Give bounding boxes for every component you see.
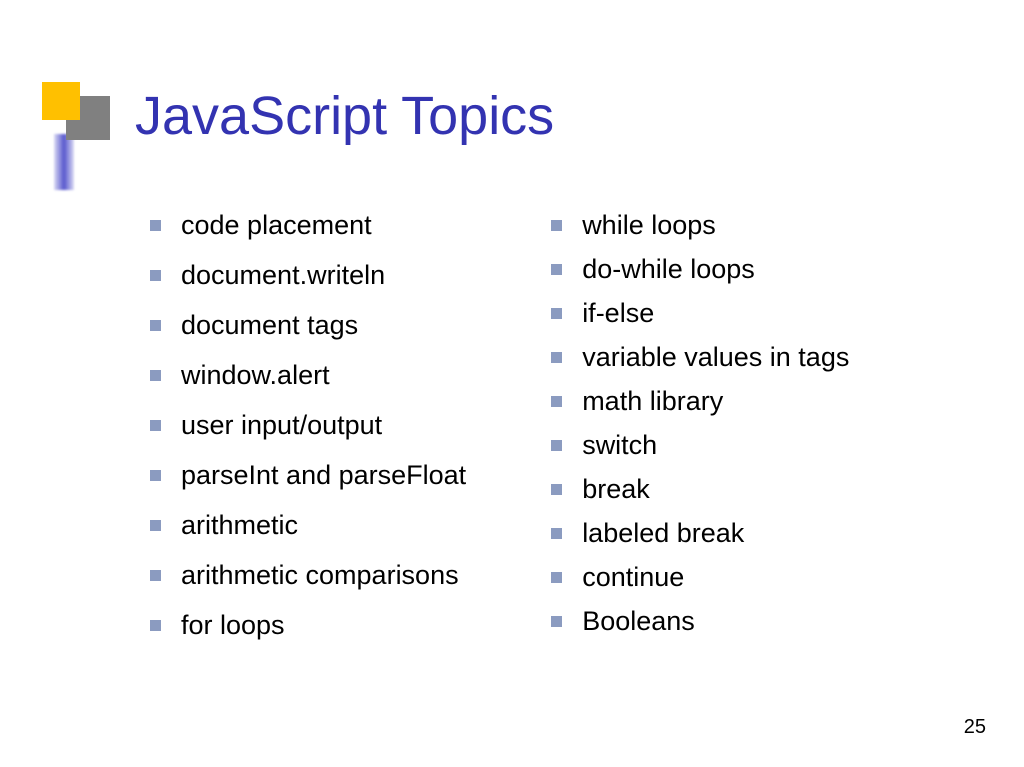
list-item: switch [551, 430, 849, 461]
bullet-icon [551, 352, 562, 363]
bullet-icon [150, 320, 161, 331]
decoration-blue-bar [54, 134, 74, 190]
list-item: code placement [150, 210, 466, 241]
decoration-yellow-square [42, 82, 80, 120]
bullet-icon [150, 370, 161, 381]
list-item: window.alert [150, 360, 466, 391]
bullet-icon [551, 396, 562, 407]
list-item-text: labeled break [582, 518, 744, 549]
bullet-icon [150, 270, 161, 281]
bullet-icon [551, 616, 562, 627]
list-item-text: do-while loops [582, 254, 755, 285]
list-item: parseInt and parseFloat [150, 460, 466, 491]
list-item: while loops [551, 210, 849, 241]
bullet-icon [551, 440, 562, 451]
list-item-text: arithmetic comparisons [181, 560, 459, 591]
list-item-text: code placement [181, 210, 372, 241]
bullet-icon [150, 220, 161, 231]
list-item: break [551, 474, 849, 505]
slide-decoration [42, 82, 112, 192]
slide-title: JavaScript Topics [135, 85, 554, 147]
bullet-icon [551, 528, 562, 539]
list-item: math library [551, 386, 849, 417]
list-item-text: continue [582, 562, 684, 593]
list-item: variable values in tags [551, 342, 849, 373]
list-item: labeled break [551, 518, 849, 549]
list-item: document tags [150, 310, 466, 341]
list-item-text: parseInt and parseFloat [181, 460, 466, 491]
bullet-icon [150, 570, 161, 581]
slide-content: code placement document.writeln document t… [150, 210, 849, 660]
list-item: user input/output [150, 410, 466, 441]
page-number: 25 [964, 716, 986, 739]
list-item-text: for loops [181, 610, 285, 641]
bullet-icon [150, 520, 161, 531]
list-item-text: break [582, 474, 650, 505]
list-item: for loops [150, 610, 466, 641]
bullet-icon [551, 572, 562, 583]
list-item-text: variable values in tags [582, 342, 849, 373]
list-item-text: document tags [181, 310, 358, 341]
left-column: code placement document.writeln document t… [150, 210, 466, 660]
list-item-text: switch [582, 430, 657, 461]
bullet-icon [150, 420, 161, 431]
list-item: document.writeln [150, 260, 466, 291]
list-item: arithmetic [150, 510, 466, 541]
list-item-text: window.alert [181, 360, 330, 391]
list-item: if-else [551, 298, 849, 329]
list-item: arithmetic comparisons [150, 560, 466, 591]
list-item: continue [551, 562, 849, 593]
list-item-text: user input/output [181, 410, 382, 441]
bullet-icon [551, 308, 562, 319]
list-item-text: document.writeln [181, 260, 385, 291]
list-item-text: arithmetic [181, 510, 298, 541]
right-column: while loops do-while loops if-else variable… [551, 210, 849, 660]
bullet-icon [150, 620, 161, 631]
bullet-icon [551, 264, 562, 275]
list-item-text: while loops [582, 210, 716, 241]
list-item-text: if-else [582, 298, 654, 329]
list-item-text: Booleans [582, 606, 695, 637]
bullet-icon [150, 470, 161, 481]
bullet-icon [551, 484, 562, 495]
list-item-text: math library [582, 386, 723, 417]
list-item: Booleans [551, 606, 849, 637]
list-item: do-while loops [551, 254, 849, 285]
bullet-icon [551, 220, 562, 231]
